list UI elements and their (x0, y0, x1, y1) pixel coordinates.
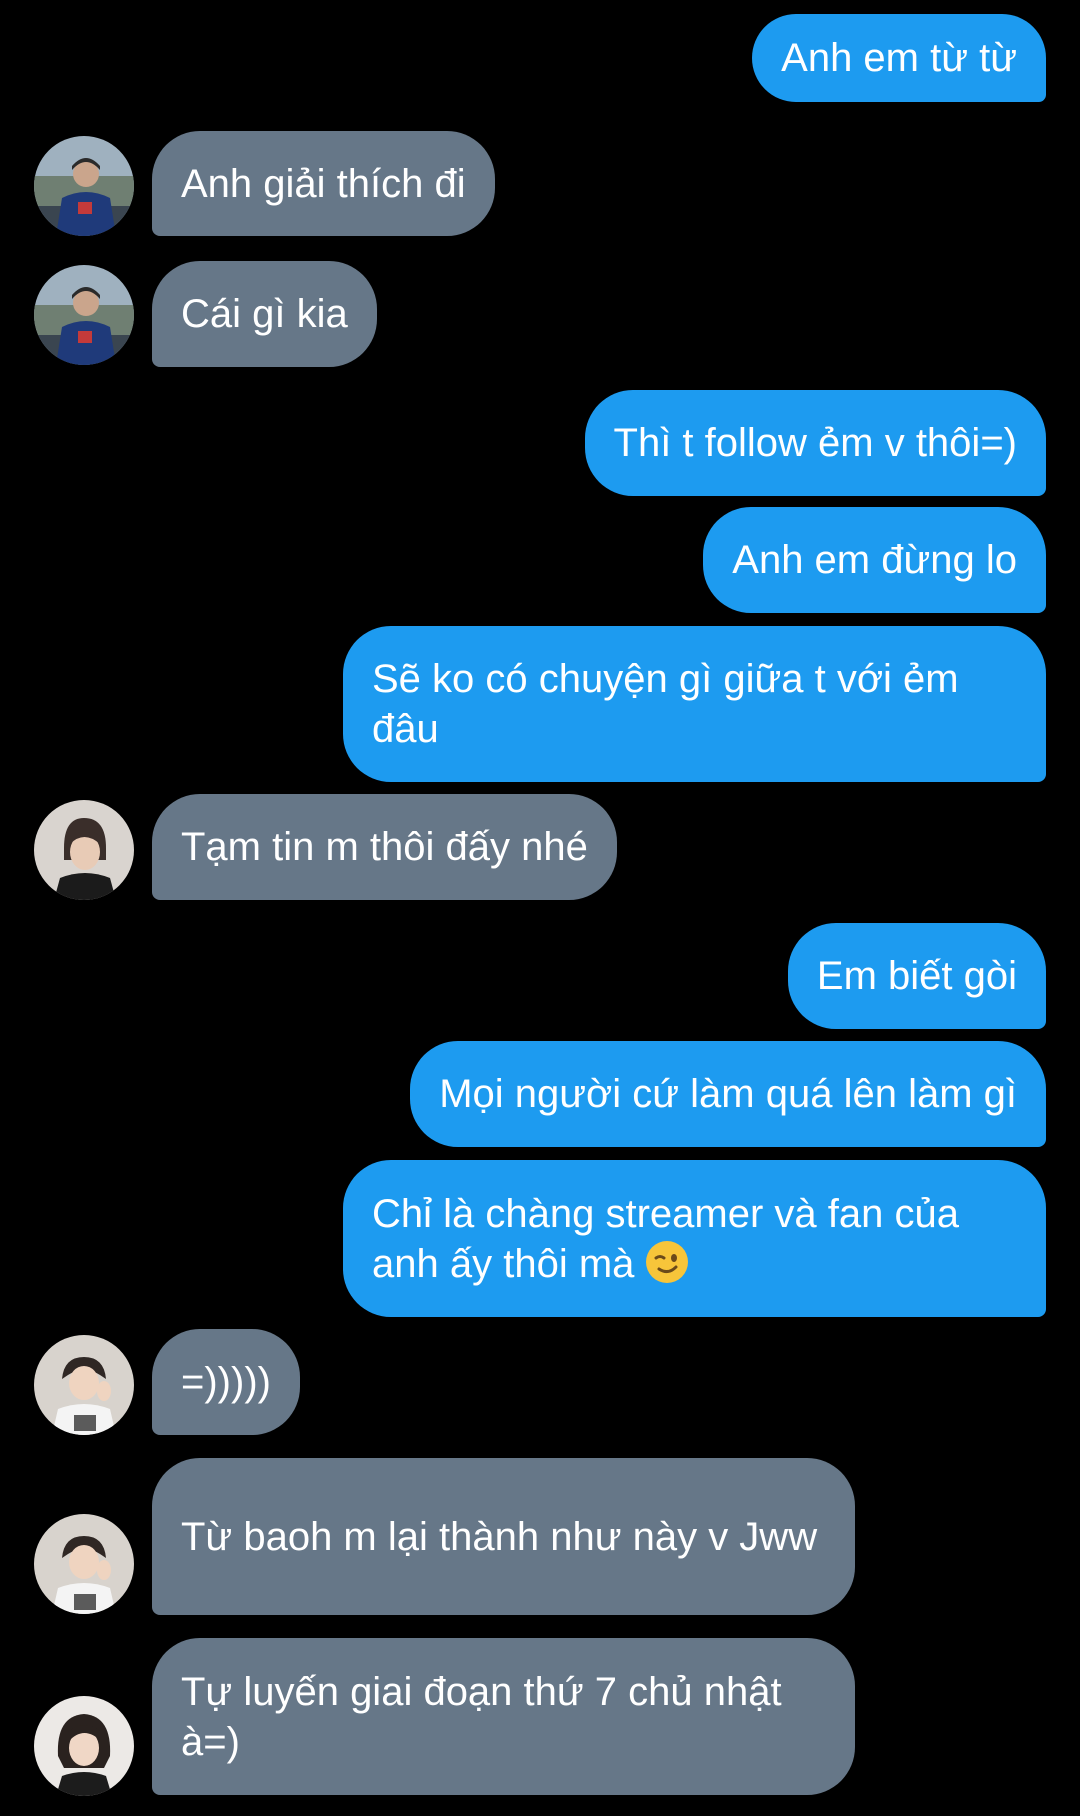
avatar[interactable] (34, 1335, 134, 1435)
message-bubble-incoming[interactable]: Từ baoh m lại thành như này v Jww (152, 1458, 855, 1615)
message-text: Chỉ là chàng streamer và fan của anh ấy … (372, 1191, 959, 1286)
message-bubble-incoming[interactable]: Tạm tin m thôi đấy nhé (152, 794, 617, 900)
message-text: Cái gì kia (181, 292, 348, 336)
avatar[interactable] (34, 800, 134, 900)
message-bubble-outgoing[interactable]: Anh em từ từ (752, 14, 1046, 102)
message-bubble-incoming[interactable]: Tự luyến giai đoạn thứ 7 chủ nhật à=) (152, 1638, 855, 1795)
winking-face-emoji-icon (646, 1240, 689, 1283)
message-bubble-incoming[interactable]: Cái gì kia (152, 261, 377, 367)
message-text: Anh giải thích đi (181, 161, 466, 206)
avatar[interactable] (34, 1696, 134, 1796)
message-text: Từ baoh m lại thành như này v Jww (181, 1514, 818, 1559)
message-bubble-outgoing[interactable]: Em biết gòi (787, 923, 1046, 1029)
message-text: Thì t follow ẻm v thôi=) (613, 421, 1017, 465)
message-text: Sẽ ko có chuyện gì giữa t với ẻm đâu (372, 657, 959, 751)
message-bubble-outgoing[interactable]: Chỉ là chàng streamer và fan của anh ấy … (343, 1160, 1046, 1317)
message-text: Anh em đừng lo (732, 538, 1017, 582)
message-bubble-outgoing[interactable]: Mọi người cứ làm quá lên làm gì (410, 1041, 1046, 1147)
message-bubble-incoming[interactable]: =))))) (152, 1329, 300, 1435)
message-bubble-incoming[interactable]: Anh giải thích đi (152, 131, 495, 236)
message-text: Em biết gòi (816, 954, 1017, 998)
message-text: Anh em từ từ (781, 36, 1017, 80)
message-bubble-outgoing[interactable]: Sẽ ko có chuyện gì giữa t với ẻm đâu (343, 626, 1046, 782)
message-text: Tự luyến giai đoạn thứ 7 chủ nhật à=) (181, 1669, 782, 1764)
avatar[interactable] (34, 136, 134, 236)
avatar[interactable] (34, 265, 134, 365)
message-text: =))))) (181, 1360, 271, 1404)
avatar[interactable] (34, 1514, 134, 1614)
message-text: Tạm tin m thôi đấy nhé (181, 825, 588, 869)
message-text: Mọi người cứ làm quá lên làm gì (439, 1072, 1017, 1116)
message-bubble-outgoing[interactable]: Anh em đừng lo (703, 507, 1046, 613)
message-bubble-outgoing[interactable]: Thì t follow ẻm v thôi=) (584, 390, 1046, 496)
